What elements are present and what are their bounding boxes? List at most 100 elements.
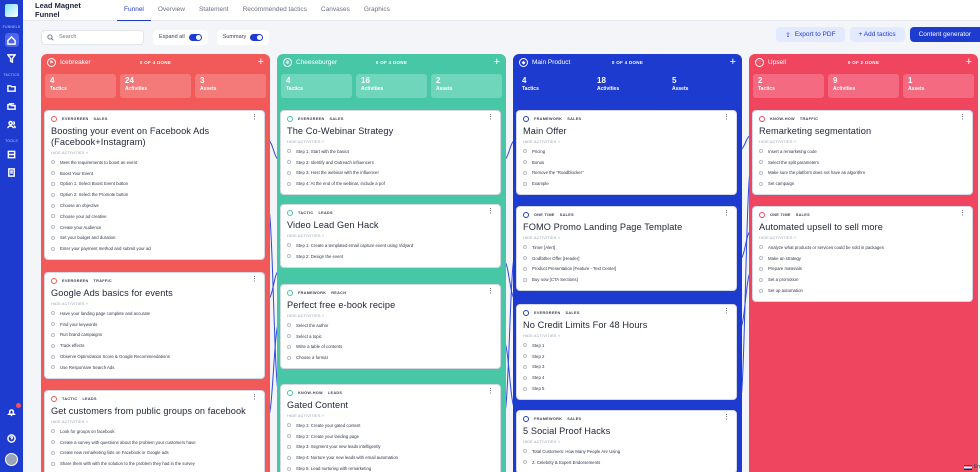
add-tactic-plus-icon[interactable]: + — [258, 57, 264, 68]
activity-item[interactable]: Set a promotion — [759, 274, 966, 285]
activity-item[interactable]: Step 4: At the end of the webinar, inclu… — [287, 178, 494, 189]
folder-icon[interactable] — [5, 81, 19, 95]
hide-activities-toggle[interactable]: HIDE ACTIVITIES ˄ — [51, 151, 258, 155]
activity-checkbox[interactable] — [759, 160, 763, 165]
card-title[interactable]: 5 Social Proof Hacks — [523, 426, 730, 437]
activity-item[interactable]: Product Presentation [Feature - Text Cen… — [523, 264, 730, 275]
activity-item[interactable]: Step 5 — [523, 383, 730, 394]
activity-item[interactable]: Step 2 — [523, 351, 730, 362]
activity-checkbox[interactable] — [287, 423, 291, 428]
tab-graphics[interactable]: Graphics — [357, 0, 397, 21]
activity-item[interactable]: Use Responsive Search Ads — [51, 362, 258, 373]
tactic-card[interactable]: FRAMEWORK SALES ⋮ 5 Social Proof Hacks H… — [516, 410, 737, 472]
activity-checkbox[interactable] — [51, 192, 55, 197]
activity-checkbox[interactable] — [287, 355, 291, 360]
activity-checkbox[interactable] — [523, 343, 527, 348]
activity-checkbox[interactable] — [523, 375, 527, 380]
activity-checkbox[interactable] — [51, 235, 55, 240]
tab-funnel[interactable]: Funnel — [117, 0, 151, 21]
stat-box[interactable]: 18 Activities — [592, 74, 663, 98]
card-title[interactable]: Perfect free e-book recipe — [287, 300, 494, 311]
activity-checkbox[interactable] — [287, 170, 291, 175]
activity-item[interactable]: Step 5: Lead nurturing with remarketing — [287, 463, 494, 472]
card-title[interactable]: Main Offer — [523, 126, 730, 137]
activity-item[interactable]: Step 3: Segment your new leads intellige… — [287, 442, 494, 453]
activity-checkbox[interactable] — [51, 214, 55, 219]
activity-checkbox[interactable] — [51, 160, 55, 165]
activity-item[interactable]: Meet the requirements to boost an event — [51, 157, 258, 168]
tactic-card[interactable]: ONE TIME SALES ⋮ Automated upsell to sel… — [752, 206, 973, 302]
activity-checkbox[interactable] — [523, 149, 527, 154]
activity-item[interactable]: Select the author — [287, 320, 494, 331]
activity-item[interactable]: Step 1: Create your gated content — [287, 420, 494, 431]
activity-item[interactable]: Track effects — [51, 340, 258, 351]
stat-box[interactable]: 2 Tactics — [753, 74, 824, 98]
activity-item[interactable]: Step 1: Create a templated email capture… — [287, 240, 494, 251]
activity-item[interactable]: Step 4 — [523, 372, 730, 383]
activity-checkbox[interactable] — [759, 149, 763, 154]
tactic-card[interactable]: EVERGREEN SALES ⋮ No Credit Limits For 4… — [516, 304, 737, 400]
activity-item[interactable]: Prepare materials — [759, 264, 966, 275]
stat-box[interactable]: 24 Activities — [120, 74, 191, 98]
activity-item[interactable]: Enter your payment method and submit you… — [51, 243, 258, 254]
activity-checkbox[interactable] — [759, 181, 763, 186]
hide-activities-toggle[interactable]: HIDE ACTIVITIES ˄ — [523, 140, 730, 144]
activity-checkbox[interactable] — [51, 203, 55, 208]
card-menu-icon[interactable]: ⋮ — [487, 388, 494, 395]
activity-checkbox[interactable] — [523, 256, 527, 261]
tactic-card[interactable]: TACTIC LEADS ⋮ Video Lead Gen Hack HIDE … — [280, 204, 501, 268]
activity-checkbox[interactable] — [51, 181, 55, 186]
tactic-card[interactable]: FRAMEWORK REACH ⋮ Perfect free e-book re… — [280, 284, 501, 370]
activity-checkbox[interactable] — [287, 160, 291, 165]
hide-activities-toggle[interactable]: HIDE ACTIVITIES ˄ — [759, 140, 966, 144]
summary-toggle[interactable] — [250, 33, 264, 41]
activity-checkbox[interactable] — [287, 181, 291, 186]
activity-item[interactable]: Create a survey with questions about the… — [51, 437, 258, 448]
activity-checkbox[interactable] — [523, 266, 527, 271]
user-avatar[interactable] — [5, 453, 18, 466]
activity-checkbox[interactable] — [51, 365, 55, 370]
activity-checkbox[interactable] — [759, 245, 763, 250]
search-box[interactable] — [41, 29, 144, 45]
activity-item[interactable]: Option 1: Select Boost Event button — [51, 179, 258, 190]
activity-item[interactable]: Step 2: Design the event — [287, 251, 494, 262]
stat-box[interactable]: 4 Tactics — [517, 74, 588, 98]
hide-activities-toggle[interactable]: HIDE ACTIVITIES ˄ — [287, 314, 494, 318]
activity-item[interactable]: Choose a format — [287, 352, 494, 363]
activity-checkbox[interactable] — [51, 322, 55, 327]
hide-activities-toggle[interactable]: HIDE ACTIVITIES ˄ — [523, 236, 730, 240]
card-title[interactable]: Remarketing segmentation — [759, 126, 966, 137]
folder-stack-icon[interactable] — [5, 99, 19, 113]
activity-checkbox[interactable] — [287, 323, 291, 328]
activity-checkbox[interactable] — [51, 311, 55, 316]
add-tactic-plus-icon[interactable]: + — [730, 57, 736, 68]
card-title[interactable]: Google Ads basics for events — [51, 288, 258, 299]
activity-item[interactable]: Remove the "Roadblocker" — [523, 168, 730, 179]
card-menu-icon[interactable]: ⋮ — [487, 288, 494, 295]
tactic-card[interactable]: ONE TIME SALES ⋮ FOMO Promo Landing Page… — [516, 206, 737, 292]
activity-item[interactable]: Buy now [CTA Sections] — [523, 274, 730, 285]
funnel-icon[interactable] — [5, 51, 19, 65]
activity-checkbox[interactable] — [51, 332, 55, 337]
card-menu-icon[interactable]: ⋮ — [487, 114, 494, 121]
activity-item[interactable]: Analyze what products or services could … — [759, 242, 966, 253]
card-menu-icon[interactable]: ⋮ — [723, 414, 730, 421]
activity-item[interactable]: Make an strategy — [759, 253, 966, 264]
expand-all-toggle[interactable] — [188, 33, 202, 41]
card-title[interactable]: Video Lead Gen Hack — [287, 220, 494, 231]
activity-item[interactable]: Make sure the platform does not have an … — [759, 168, 966, 179]
stat-box[interactable]: 5 Assets — [667, 74, 738, 98]
activity-item[interactable]: Pricing — [523, 146, 730, 157]
activity-checkbox[interactable] — [287, 243, 291, 248]
tab-recommended-tactics[interactable]: Recommended tactics — [236, 0, 314, 21]
summary-control[interactable]: Summary — [216, 29, 270, 45]
tactic-card[interactable]: KNOW-HOW TRAFFIC ⋮ Remarketing segmentat… — [752, 110, 973, 196]
card-title[interactable]: Gated Content — [287, 400, 494, 411]
card-title[interactable]: Get customers from public groups on face… — [51, 406, 258, 417]
activity-checkbox[interactable] — [51, 461, 55, 466]
activity-checkbox[interactable] — [287, 444, 291, 449]
activity-item[interactable]: Share them with with the solution to the… — [51, 458, 258, 469]
document-icon[interactable] — [5, 165, 19, 179]
stat-box[interactable]: 16 Activities — [356, 74, 427, 98]
activity-item[interactable]: Step 2: Identify and Outreach influencer… — [287, 157, 494, 168]
